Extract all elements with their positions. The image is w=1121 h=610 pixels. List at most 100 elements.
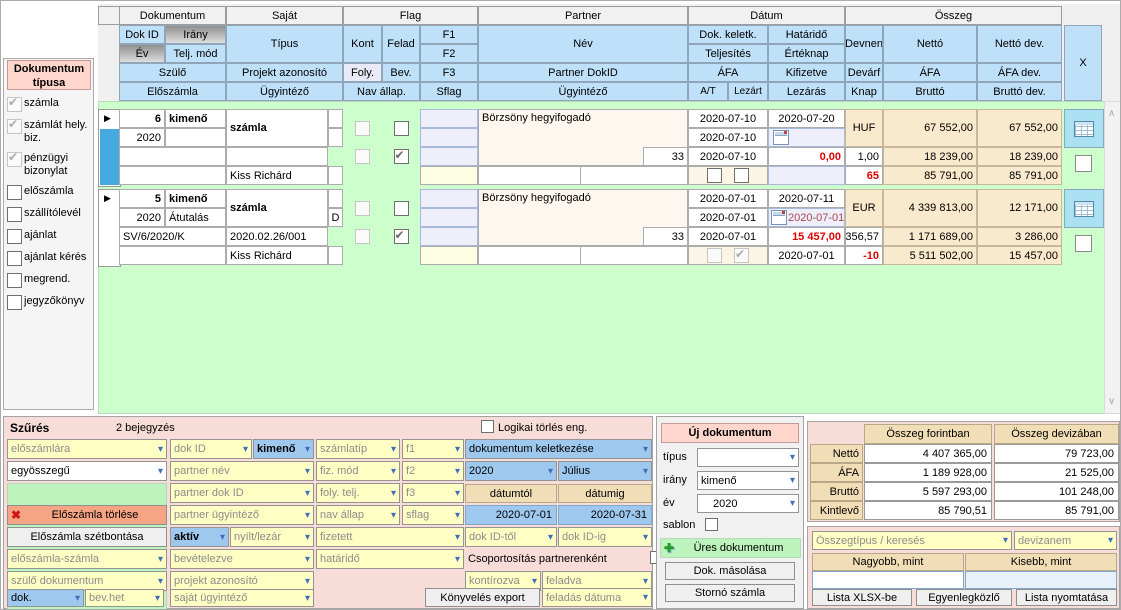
group-sajat[interactable]: Saját [226, 6, 343, 25]
col-afa-dev[interactable]: ÁFA dev. [977, 63, 1062, 82]
row-selector[interactable]: ▶ [98, 189, 121, 267]
nyilt-lezart-dropdown[interactable]: nyílt/lezár▾ [230, 527, 314, 547]
foly-telj-dropdown[interactable]: foly. telj.▾ [316, 483, 400, 503]
sablon-checkbox[interactable] [705, 518, 718, 531]
col-lezaras[interactable]: Lezárás [768, 82, 845, 101]
col-partner-dokid[interactable]: Partner DokID [478, 63, 688, 82]
doc-type-penzugyi-bizonylat[interactable]: pénzügyi bizonylat [7, 152, 93, 178]
cell-erteknap[interactable]: 2020-07-01 [768, 208, 845, 227]
checkbox-icon[interactable] [7, 295, 22, 310]
group-osszeg[interactable]: Összeg [845, 6, 1062, 25]
col-bev[interactable]: Bev. [382, 63, 420, 82]
checkbox-icon[interactable] [7, 185, 22, 200]
cell-f1[interactable] [420, 189, 478, 208]
felad-checkbox[interactable] [394, 121, 409, 136]
checkbox-icon[interactable] [7, 229, 22, 244]
col-ev[interactable]: Év [119, 44, 165, 63]
col-at[interactable]: A/T [688, 82, 728, 101]
group-partner[interactable]: Partner [478, 6, 688, 25]
projekt-azonosito-dropdown[interactable]: projekt azonosító▾ [170, 571, 314, 591]
calendar-icon[interactable] [773, 130, 789, 145]
col-erteknap[interactable]: Értéknap [768, 44, 845, 63]
eloszamla-szetbontasa-button[interactable]: Előszámla szétbontása [7, 527, 167, 547]
sflag-dropdown[interactable]: sflag▾ [402, 505, 464, 525]
f2-dropdown[interactable]: f2▾ [402, 461, 464, 481]
logical-delete-checkbox[interactable] [481, 420, 494, 433]
szulo-dokumentum-dropdown[interactable]: szülő dokumentum▾ [7, 571, 167, 591]
nagyobb-mint-input[interactable] [812, 571, 964, 589]
at-checkbox[interactable] [707, 248, 722, 263]
scroll-up-icon[interactable]: ∧ [1108, 108, 1115, 119]
col-knap[interactable]: Knap [845, 82, 883, 101]
col-kifizetve[interactable]: Kifizetve [768, 63, 845, 82]
col-szulo[interactable]: Szülő [119, 63, 226, 82]
row-selector[interactable]: ▶ [98, 109, 121, 187]
col-eloszamla[interactable]: Előszámla [119, 82, 226, 101]
new-doc-irany-dropdown[interactable]: kimenő▾ [697, 471, 799, 490]
eloszamla-torlese-button[interactable]: ✖Előszámla törlése [7, 505, 167, 525]
sajat-ugyintezo-dropdown[interactable]: saját ügyintéző▾ [170, 589, 314, 607]
egyosszegu-dropdown[interactable]: egyösszegű▾ [7, 461, 167, 481]
partner-nev-dropdown[interactable]: partner név▾ [170, 461, 314, 481]
checkbox-icon[interactable] [7, 97, 22, 112]
col-f1[interactable]: F1 [420, 25, 478, 44]
checkbox-icon[interactable] [7, 251, 22, 266]
dok-masolasa-button[interactable]: Dok. másolása [665, 562, 795, 580]
checkbox-icon[interactable] [7, 152, 22, 167]
foly-checkbox[interactable] [355, 149, 370, 164]
col-felad[interactable]: Felad [382, 25, 420, 63]
doc-type-ajanlat-keres[interactable]: ajánlat kérés [7, 251, 93, 266]
row-select-checkbox[interactable] [1075, 155, 1092, 172]
col-afa-datum[interactable]: ÁFA [688, 63, 768, 82]
dok-id-tol-dropdown[interactable]: dok ID-től▾ [465, 527, 557, 547]
egyenlegkozlo-button[interactable]: Egyenlegközlő [916, 589, 1012, 606]
lista-nyomtatasa-button[interactable]: Lista nyomtatása [1016, 589, 1117, 606]
doc-type-ajanlat[interactable]: ajánlat [7, 229, 93, 244]
felad-checkbox[interactable] [394, 201, 409, 216]
lezart-checkbox[interactable] [734, 168, 749, 183]
close-column-header[interactable]: X [1064, 25, 1102, 101]
col-afa[interactable]: ÁFA [883, 63, 977, 82]
group-dokumentum[interactable]: Dokumentum [119, 6, 226, 25]
eloszamlara-dropdown[interactable]: előszámlára▾ [7, 439, 167, 459]
col-irany[interactable]: Irány [165, 25, 226, 44]
checkbox-icon[interactable] [7, 273, 22, 288]
col-projekt[interactable]: Projekt azonosító [226, 63, 343, 82]
col-lezart[interactable]: Lezárt [728, 82, 768, 101]
col-tipus[interactable]: Típus [226, 25, 343, 63]
scroll-down-icon[interactable]: ∨ [1108, 396, 1115, 407]
lista-xlsx-button[interactable]: Lista XLSX-be [812, 589, 912, 606]
hatarido-dropdown[interactable]: határidő▾ [316, 549, 464, 569]
new-doc-tipus-dropdown[interactable]: ▾ [697, 448, 799, 467]
kimeno-dropdown[interactable]: kimenő▾ [253, 439, 314, 459]
col-nav-allap[interactable]: Nav állap. [343, 82, 420, 101]
dok-keletkezese-dropdown[interactable]: dokumentum keletkezése▾ [465, 439, 652, 459]
col-brutto[interactable]: Bruttó [883, 82, 977, 101]
ev-dropdown[interactable]: 2020▾ [465, 461, 557, 481]
aktiv-dropdown[interactable]: aktív▾ [170, 527, 229, 547]
date-from-field[interactable]: 2020-07-01 [465, 505, 557, 525]
col-telj-mod[interactable]: Telj. mód [165, 44, 226, 63]
fizetett-dropdown[interactable]: fizetett▾ [316, 527, 464, 547]
cell-erteknap[interactable] [768, 128, 845, 147]
cell-f2[interactable] [420, 208, 478, 227]
eloszamla-szamla-dropdown[interactable]: előszámla-számla▾ [7, 549, 167, 569]
storno-szamla-button[interactable]: Stornó számla [665, 584, 795, 602]
col-ugyintezo[interactable]: Ügyintéző [226, 82, 343, 101]
doc-type-megrend[interactable]: megrend. [7, 273, 93, 288]
nav-allap-dropdown[interactable]: nav állap▾ [316, 505, 400, 525]
doc-type-szallitolevel[interactable]: szállítólevél [7, 207, 93, 222]
dok-id-dropdown[interactable]: dok ID▾ [170, 439, 252, 459]
new-doc-ev-dropdown[interactable]: 2020▾ [697, 494, 799, 513]
lezart-checkbox[interactable] [734, 248, 749, 263]
col-netto[interactable]: Nettó [883, 25, 977, 63]
col-teljesites[interactable]: Teljesítés [688, 44, 768, 63]
cell-f3[interactable] [420, 147, 478, 166]
cell-sflag[interactable] [420, 166, 478, 185]
f1-dropdown[interactable]: f1▾ [402, 439, 464, 459]
date-to-field[interactable]: 2020-07-31 [558, 505, 652, 525]
col-dok-id[interactable]: Dok ID [119, 25, 165, 44]
group-datum[interactable]: Dátum [688, 6, 845, 25]
row-select-checkbox[interactable] [1075, 235, 1092, 252]
col-devnem[interactable]: Devnen [845, 25, 883, 63]
